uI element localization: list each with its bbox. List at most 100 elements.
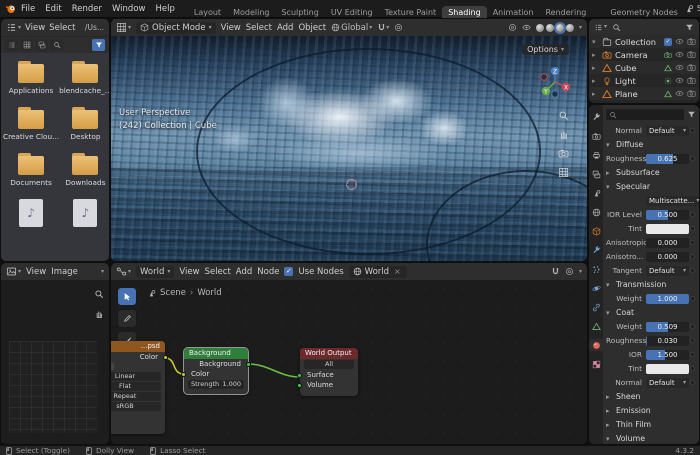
menu-node[interactable]: Node	[257, 267, 279, 277]
chevron-down-icon[interactable]	[579, 23, 582, 33]
hide-eye-icon[interactable]	[675, 76, 684, 85]
caret-icon[interactable]	[592, 38, 599, 46]
tint-color-swatch[interactable]	[646, 224, 689, 234]
tab-physics-icon[interactable]	[589, 282, 603, 294]
hide-eye-icon[interactable]	[675, 50, 684, 59]
caret-icon[interactable]	[592, 64, 599, 72]
section-sheen[interactable]: Sheen	[606, 390, 696, 403]
coat-roughness-slider[interactable]: 0.030	[646, 336, 689, 346]
properties-search-input[interactable]	[606, 109, 684, 120]
menu-render[interactable]: Render	[67, 4, 107, 14]
tab-particles-icon[interactable]	[589, 263, 603, 275]
menu-help[interactable]: Help	[150, 4, 179, 14]
3d-viewport[interactable]: Object Mode View Select Add Object Globa…	[111, 19, 587, 261]
chevron-down-icon[interactable]	[101, 267, 104, 277]
folder-creative-cloud[interactable]: Creative Clou...	[3, 107, 59, 141]
breadcrumb-world[interactable]: World	[197, 288, 221, 298]
caret-icon[interactable]	[592, 77, 599, 85]
tab-modeling[interactable]: Modeling	[227, 6, 275, 18]
node-canvas[interactable]: Scene World ...psd Color Linear Flat Rep…	[111, 280, 587, 444]
coat-weight-slider[interactable]: 0.509	[646, 322, 689, 332]
shading-solid-icon[interactable]	[546, 24, 554, 32]
render-visibility-icon[interactable]	[687, 89, 696, 98]
roughness-slider[interactable]: 0.625	[646, 154, 689, 164]
annotate-tool-button[interactable]	[117, 309, 137, 328]
target-dropdown[interactable]: All	[304, 360, 354, 369]
coat-ior-slider[interactable]: 1.500	[646, 350, 689, 360]
tab-geometry-nodes[interactable]: Geometry Nodes	[604, 6, 683, 18]
menu-view[interactable]: View	[25, 23, 45, 33]
shading-wireframe-icon[interactable]	[536, 24, 544, 32]
menu-select[interactable]: Select	[49, 23, 75, 33]
tab-scene-icon[interactable]	[589, 187, 603, 199]
proportional-editing-icon[interactable]	[394, 23, 403, 32]
show-gizmo-icon[interactable]	[508, 23, 517, 32]
tab-data-icon[interactable]	[589, 320, 603, 332]
tab-animation[interactable]: Animation	[487, 6, 540, 18]
caret-icon[interactable]	[592, 51, 599, 59]
tab-texture-icon[interactable]	[589, 358, 603, 370]
folder-documents[interactable]: Documents	[3, 153, 59, 187]
tab-uv-editing[interactable]: UV Editing	[325, 6, 379, 18]
overlays-icon[interactable]	[565, 267, 574, 276]
anisotropic-slider[interactable]: 0.000	[646, 238, 689, 248]
tab-viewlayer-icon[interactable]	[589, 168, 603, 180]
menu-window[interactable]: Window	[107, 4, 151, 14]
menu-add[interactable]: Add	[277, 23, 293, 33]
music-file[interactable]: ♪	[3, 199, 59, 227]
section-transmission[interactable]: Transmission	[606, 278, 696, 291]
menu-select[interactable]: Select	[246, 23, 272, 33]
folder-applications[interactable]: Applications	[3, 61, 59, 95]
world-output-node[interactable]: World Output All Surface Volume	[300, 348, 358, 396]
shading-material-icon[interactable]	[556, 24, 564, 32]
tab-material-icon[interactable]	[589, 339, 603, 351]
breadcrumb-scene[interactable]: Scene	[160, 288, 186, 298]
image-texture-node[interactable]: ...psd Color Linear Flat Repeat sRGB	[111, 341, 165, 434]
viewport-canvas[interactable]: User Perspective (242) Collection | Cube…	[111, 36, 587, 261]
image-editor-grid[interactable]	[9, 341, 97, 433]
outliner-row-cube[interactable]: Cube	[589, 61, 699, 74]
zoom-icon[interactable]	[558, 110, 569, 121]
unlink-datablock-button[interactable]	[392, 267, 403, 276]
caret-icon[interactable]	[592, 90, 599, 98]
shading-rendered-icon[interactable]	[566, 24, 574, 32]
folder-downloads[interactable]: Downloads	[59, 153, 109, 187]
tab-compositing[interactable]	[592, 15, 604, 18]
options-dropdown[interactable]: Options	[522, 44, 569, 55]
tab-modifiers-icon[interactable]	[589, 244, 603, 256]
navigation-gizmo[interactable]: Z X Y	[537, 64, 573, 100]
outliner-row-light[interactable]: Light	[589, 74, 699, 87]
render-visibility-icon[interactable]	[687, 63, 696, 72]
ortho-toggle-icon[interactable]	[558, 167, 569, 178]
section-subsurface[interactable]: Subsurface	[606, 166, 696, 179]
distribution-dropdown[interactable]: Multiscatte...	[646, 196, 699, 206]
search-icon[interactable]	[612, 23, 621, 32]
shader-type-dropdown[interactable]: World	[136, 266, 174, 278]
tab-texture-paint[interactable]: Texture Paint	[379, 6, 443, 18]
editor-type-button[interactable]	[6, 266, 21, 277]
menu-view[interactable]: View	[26, 267, 46, 277]
display-thumbs-button[interactable]	[35, 39, 48, 51]
anisotropic-rotation-slider[interactable]: 0.000	[646, 252, 689, 262]
tab-layout[interactable]: Layout	[188, 6, 227, 18]
path-field[interactable]: /Us...	[85, 23, 104, 32]
tab-shading[interactable]: Shading	[442, 6, 487, 18]
folder-desktop[interactable]: Desktop	[59, 107, 109, 141]
editor-type-button[interactable]	[116, 266, 131, 277]
menu-select[interactable]: Select	[205, 267, 231, 277]
tab-world-icon[interactable]	[589, 206, 603, 218]
chevron-down-icon[interactable]	[579, 267, 582, 277]
transmission-weight-slider[interactable]: 1.000	[646, 294, 689, 304]
select-tool-button[interactable]	[117, 287, 137, 306]
music-file[interactable]: ♪	[59, 199, 109, 227]
menu-edit[interactable]: Edit	[40, 4, 66, 14]
outliner-row-camera[interactable]: Camera	[589, 48, 699, 61]
menu-file[interactable]: File	[16, 4, 40, 14]
tab-constraints-icon[interactable]	[589, 301, 603, 313]
section-volume[interactable]: Volume	[606, 432, 696, 444]
background-node[interactable]: Background Background Color Strength1.00…	[184, 348, 248, 394]
pan-hand-icon[interactable]	[94, 309, 104, 319]
interpolation-dropdown[interactable]: Linear	[111, 372, 161, 381]
shader-editor[interactable]: World View Select Add Node Use Nodes Wor…	[111, 263, 587, 444]
snap-magnet-icon[interactable]	[377, 23, 389, 33]
